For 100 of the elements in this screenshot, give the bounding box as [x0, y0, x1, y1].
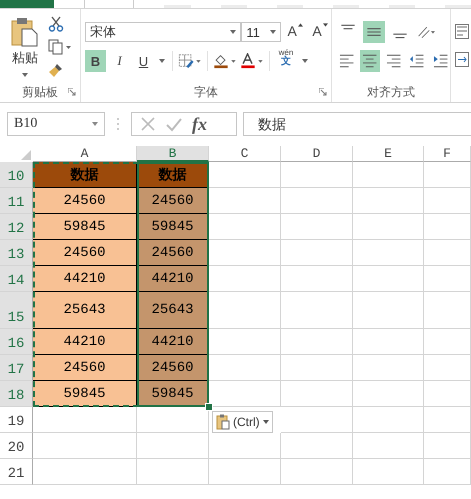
- empty-cell[interactable]: [353, 214, 424, 240]
- row-header[interactable]: 17: [0, 355, 33, 381]
- row-header[interactable]: 15: [0, 292, 33, 329]
- empty-cell[interactable]: [353, 433, 424, 459]
- empty-cell[interactable]: [353, 355, 424, 381]
- empty-cell[interactable]: [353, 266, 424, 292]
- row-header[interactable]: 19: [0, 407, 33, 433]
- paste-button[interactable]: 粘贴: [12, 49, 38, 67]
- row-header[interactable]: 18: [0, 381, 33, 407]
- caret-icon[interactable]: [302, 59, 308, 63]
- checkmark-icon[interactable]: [166, 116, 182, 132]
- empty-cell[interactable]: [424, 329, 471, 355]
- empty-cell[interactable]: [424, 407, 471, 433]
- paintbrush-icon[interactable]: [48, 62, 64, 78]
- empty-cell[interactable]: [137, 433, 209, 459]
- empty-cell[interactable]: [281, 292, 353, 329]
- table-cell: 44210: [33, 266, 137, 292]
- file-tab[interactable]: [0, 0, 54, 8]
- row-header[interactable]: 21: [0, 459, 33, 485]
- paste-options-button[interactable]: (Ctrl): [212, 411, 273, 433]
- name-box[interactable]: B10: [7, 112, 105, 136]
- caret-icon[interactable]: [22, 73, 28, 77]
- empty-cell[interactable]: [209, 459, 281, 485]
- phonetic-guide-button[interactable]: wén 文: [275, 49, 297, 73]
- empty-cell[interactable]: [353, 459, 424, 485]
- caret-icon: [262, 420, 269, 424]
- underline-button[interactable]: U: [133, 50, 154, 72]
- font-color-icon[interactable]: [240, 53, 264, 69]
- font-name-field[interactable]: 宋体: [85, 22, 242, 42]
- ribbon-tab[interactable]: [84, 0, 134, 8]
- grow-font-button[interactable]: A: [284, 21, 306, 43]
- empty-cell[interactable]: [281, 355, 353, 381]
- row-header[interactable]: 14: [0, 266, 33, 292]
- empty-cell[interactable]: [353, 329, 424, 355]
- empty-cell[interactable]: [33, 407, 137, 433]
- caret-icon: [322, 23, 328, 27]
- caret-icon: [92, 122, 98, 126]
- group-label: 字体: [194, 84, 218, 100]
- align-middle-icon[interactable]: [363, 21, 385, 43]
- empty-cell[interactable]: [281, 240, 353, 266]
- empty-cell[interactable]: [424, 162, 471, 188]
- empty-cell[interactable]: [281, 381, 353, 407]
- empty-cell[interactable]: [424, 240, 471, 266]
- wrap-text-icon[interactable]: [455, 24, 471, 40]
- empty-cell[interactable]: [281, 214, 353, 240]
- row-header[interactable]: 11: [0, 188, 33, 214]
- empty-cell[interactable]: [353, 240, 424, 266]
- caret-icon[interactable]: [159, 59, 165, 63]
- italic-button[interactable]: I: [109, 50, 130, 72]
- empty-cell[interactable]: [281, 459, 353, 485]
- align-center-icon[interactable]: [360, 50, 380, 72]
- column-header[interactable]: E: [353, 146, 424, 162]
- table-cell: 44210: [137, 329, 209, 355]
- row-header[interactable]: 10: [0, 162, 33, 188]
- borders-icon[interactable]: [178, 53, 202, 69]
- dialog-launcher-icon[interactable]: [68, 88, 76, 96]
- empty-cell[interactable]: [424, 214, 471, 240]
- formula-field[interactable]: 数据: [243, 112, 471, 136]
- empty-cell[interactable]: [353, 292, 424, 329]
- empty-cell[interactable]: [424, 355, 471, 381]
- empty-cell[interactable]: [281, 162, 353, 188]
- select-all-icon[interactable]: [21, 150, 31, 160]
- insert-function-button[interactable]: fx: [192, 114, 207, 134]
- empty-cell[interactable]: [281, 329, 353, 355]
- column-header[interactable]: C: [209, 146, 281, 162]
- empty-cell[interactable]: [424, 381, 471, 407]
- dialog-launcher-icon[interactable]: [319, 88, 327, 96]
- empty-cell[interactable]: [353, 162, 424, 188]
- cancel-icon[interactable]: [140, 116, 156, 132]
- column-header[interactable]: B: [137, 146, 209, 162]
- empty-cell[interactable]: [353, 381, 424, 407]
- row-header[interactable]: 16: [0, 329, 33, 355]
- clipboard-icon[interactable]: [10, 17, 40, 47]
- empty-cell[interactable]: [424, 188, 471, 214]
- empty-cell[interactable]: [281, 433, 353, 459]
- empty-cell[interactable]: [424, 292, 471, 329]
- row-header[interactable]: 13: [0, 240, 33, 266]
- scissors-icon[interactable]: [48, 16, 64, 32]
- empty-cell[interactable]: [424, 266, 471, 292]
- empty-cell[interactable]: [33, 433, 137, 459]
- empty-cell[interactable]: [424, 433, 471, 459]
- shrink-font-button[interactable]: A: [309, 21, 331, 43]
- empty-cell[interactable]: [137, 459, 209, 485]
- empty-cell[interactable]: [281, 188, 353, 214]
- row-header[interactable]: 12: [0, 214, 33, 240]
- empty-cell[interactable]: [353, 407, 424, 433]
- bold-button[interactable]: B: [85, 50, 106, 72]
- empty-cell[interactable]: [281, 266, 353, 292]
- fill-handle[interactable]: [205, 403, 213, 411]
- fill-color-icon[interactable]: [213, 53, 237, 69]
- empty-cell[interactable]: [33, 459, 137, 485]
- merge-cells-icon[interactable]: [455, 52, 471, 68]
- font-size-field[interactable]: 11: [241, 22, 282, 42]
- empty-cell[interactable]: [281, 407, 353, 433]
- copy-icon[interactable]: [48, 39, 72, 55]
- empty-cell[interactable]: [353, 188, 424, 214]
- column-header[interactable]: D: [281, 146, 353, 162]
- empty-cell[interactable]: [424, 459, 471, 485]
- row-header[interactable]: 20: [0, 433, 33, 459]
- column-header[interactable]: F: [424, 146, 471, 162]
